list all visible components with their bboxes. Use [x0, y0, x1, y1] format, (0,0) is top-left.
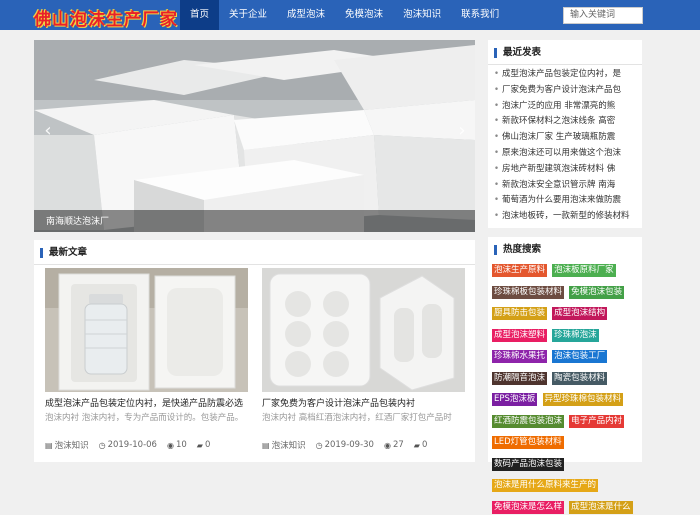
article-title[interactable]: 成型泡沫产品包装定位内衬，是快递产品防震必选: [45, 396, 248, 409]
main-nav: 首页 关于企业 成型泡沫 免模泡沫 泡沫知识 联系我们: [180, 0, 509, 30]
article-comments: 0: [421, 440, 428, 450]
hot-tag[interactable]: 厨具防击包装: [492, 307, 548, 320]
hot-tag[interactable]: 泡沫生产原料: [492, 264, 548, 277]
hot-tag[interactable]: 泡沫板原料厂家: [552, 264, 616, 277]
article-category[interactable]: 泡沫知识: [272, 439, 306, 451]
hot-tag[interactable]: 异型珍珠棉包装材料: [542, 393, 624, 406]
article-meta: ▤ 泡沫知识 ◷ 2019-09-30 ◉ 27 ▰ 0: [262, 439, 465, 451]
hot-tag[interactable]: 陶瓷包装材料: [552, 371, 608, 385]
hot-tag[interactable]: 电子产品内衬: [569, 414, 625, 428]
article-thumbnail[interactable]: [45, 268, 248, 392]
nav-item-mold-free-foam[interactable]: 免模泡沫: [335, 0, 393, 30]
hot-search-panel: 热度搜索 泡沫生产原料 泡沫板原料厂家 珍珠棉板包装材料 免模泡沫包装 厨具防击…: [488, 237, 642, 514]
article-excerpt: 泡沫内衬 高档红酒泡沫内衬，红酒厂家打包产品时: [262, 413, 452, 423]
divider: [488, 64, 642, 65]
comment-icon: ▰: [413, 440, 420, 450]
hot-tag[interactable]: EPS泡沫板: [492, 393, 538, 406]
nav-item-foam-knowledge[interactable]: 泡沫知识: [393, 0, 451, 30]
list-item[interactable]: 新款环保材料之泡沫线条 高密: [494, 114, 638, 130]
nav-item-contact[interactable]: 联系我们: [451, 0, 509, 30]
article-category[interactable]: 泡沫知识: [55, 439, 89, 451]
site-logo[interactable]: 佛山泡沫生产厂家: [34, 5, 178, 30]
list-item[interactable]: 新款泡沫安全意识管示牌 南海: [494, 178, 638, 194]
top-navigation-bar: 佛山泡沫生产厂家 首页 关于企业 成型泡沫 免模泡沫 泡沫知识 联系我们 输入关…: [0, 0, 700, 30]
article-card[interactable]: 成型泡沫产品包装定位内衬，是快递产品防震必选 泡沫内衬 泡沫内衬，专为产品而设计…: [45, 268, 248, 451]
article-date: 2019-09-30: [324, 440, 374, 450]
recent-posts-list: 成型泡沫产品包装定位内衬，是 厂家免费为客户设计泡沫产品包 泡沫广泛的应用 非常…: [494, 67, 638, 225]
image-slider[interactable]: 南海顺达泡沫厂: [34, 40, 475, 232]
hot-tag[interactable]: 成型泡沫结构: [552, 307, 608, 320]
eye-icon: ◉: [383, 440, 391, 450]
article-comments: 0: [204, 440, 211, 450]
search-input[interactable]: 输入关键词: [563, 7, 643, 24]
latest-articles-panel: 最新文章 成型泡沫产品包装定位内衬，是快递产品防震必选 泡沫内衬 泡沫内衬，专为…: [34, 240, 475, 462]
list-item[interactable]: 泡沫地板砖，一款新型的修装材料: [494, 209, 638, 225]
list-item[interactable]: 泡沫广泛的应用 非常漂亮的熊: [494, 99, 638, 115]
article-views: 10: [175, 440, 187, 450]
article-meta: ▤ 泡沫知识 ◷ 2019-10-06 ◉ 10 ▰ 0: [45, 439, 248, 451]
hot-tag[interactable]: 免模泡沫包装: [569, 285, 625, 299]
list-item[interactable]: 厂家免费为客户设计泡沫产品包: [494, 83, 638, 99]
tag-cloud: 泡沫生产原料 泡沫板原料厂家 珍珠棉板包装材料 免模泡沫包装 厨具防击包装 成型…: [492, 257, 640, 515]
article-card[interactable]: 厂家免费为客户设计泡沫产品包装内衬 泡沫内衬 高档红酒泡沫内衬，红酒厂家打包产品…: [262, 268, 465, 451]
article-title[interactable]: 厂家免费为客户设计泡沫产品包装内衬: [262, 396, 465, 409]
article-date: 2019-10-06: [107, 440, 157, 450]
hot-tag[interactable]: LED灯管包装材料: [492, 436, 564, 449]
nav-item-home[interactable]: 首页: [180, 0, 220, 30]
book-icon: ▤: [45, 440, 53, 450]
list-item[interactable]: 房地产新型建筑泡沫砖材料 佛: [494, 162, 638, 178]
hot-tag[interactable]: 泡沫包装工厂: [552, 350, 608, 363]
hot-tag[interactable]: 珍珠棉泡沫: [552, 328, 599, 342]
divider: [34, 264, 475, 265]
hot-search-title: 热度搜索: [494, 245, 541, 255]
hot-tag[interactable]: 成型泡沫是什么: [569, 500, 633, 514]
hot-tag[interactable]: 免模泡沫是怎么样: [492, 500, 565, 514]
nav-item-about[interactable]: 关于企业: [219, 0, 277, 30]
hot-tag[interactable]: 数码产品泡沫包装: [492, 457, 565, 471]
chevron-left-icon[interactable]: ‹: [41, 120, 55, 142]
book-icon: ▤: [262, 440, 270, 450]
list-item[interactable]: 葡萄酒为什么要用泡沫来做防震: [494, 193, 638, 209]
hot-tag[interactable]: 珍珠棉水果托: [492, 350, 548, 363]
clock-icon: ◷: [315, 440, 323, 450]
chevron-right-icon[interactable]: ›: [455, 120, 469, 142]
foam-blocks-photo: [34, 40, 475, 232]
hot-tag[interactable]: 红酒防震包装泡沫: [492, 414, 565, 428]
slide-caption[interactable]: 南海顺达泡沫厂: [46, 214, 109, 227]
comment-icon: ▰: [196, 440, 203, 450]
eye-icon: ◉: [166, 440, 174, 450]
latest-articles-title: 最新文章: [40, 248, 87, 258]
recent-posts-title: 最近发表: [494, 48, 541, 58]
clock-icon: ◷: [98, 440, 106, 450]
article-views: 27: [392, 440, 404, 450]
nav-item-molded-foam[interactable]: 成型泡沫: [277, 0, 335, 30]
hot-tag[interactable]: 珍珠棉板包装材料: [492, 285, 565, 299]
hot-tag[interactable]: 成型泡沫塑料: [492, 328, 548, 342]
list-item[interactable]: 成型泡沫产品包装定位内衬，是: [494, 67, 638, 83]
hot-tag[interactable]: 防潮隔音泡沫: [492, 371, 548, 385]
list-item[interactable]: 原来泡沫还可以用来做这个泡沫: [494, 146, 638, 162]
recent-posts-panel: 最近发表 成型泡沫产品包装定位内衬，是 厂家免费为客户设计泡沫产品包 泡沫广泛的…: [488, 40, 642, 228]
list-item[interactable]: 佛山泡沫厂家 生产玻璃瓶防震: [494, 130, 638, 146]
article-thumbnail[interactable]: [262, 268, 465, 392]
hot-tag[interactable]: 泡沫是用什么原料来生产的: [492, 479, 599, 492]
article-excerpt: 泡沫内衬 泡沫内衬，专为产品而设计的。包装产品。: [45, 413, 244, 423]
